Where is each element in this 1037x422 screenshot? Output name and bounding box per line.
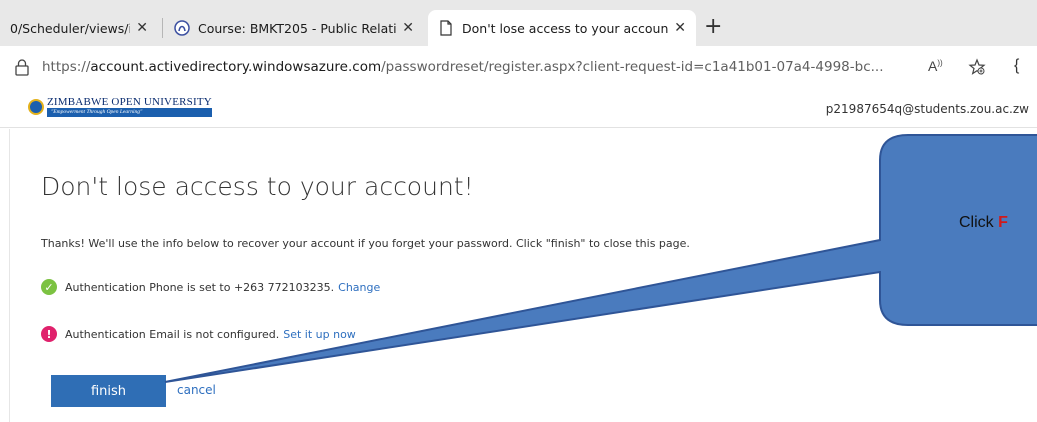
exclamation-icon: ! <box>41 326 57 342</box>
url-path: /passwordreset/register.aspx?client-requ… <box>381 59 884 75</box>
divider <box>9 129 10 422</box>
user-email[interactable]: p21987654q@students.zou.ac.zw <box>826 102 1029 116</box>
favorite-star-icon[interactable] <box>968 58 986 81</box>
new-tab-icon[interactable]: + <box>704 14 722 39</box>
logo-name: ZIMBABWE OPEN UNIVERSITY <box>47 96 212 108</box>
page-header: ZIMBABWE OPEN UNIVERSITY "Empowerment Th… <box>0 88 1037 128</box>
browser-tab-strip: 0/Scheduler/views/i ✕ Course: BMKT205 - … <box>0 0 1037 46</box>
tab-scheduler[interactable]: 0/Scheduler/views/i ✕ <box>0 10 158 46</box>
lock-icon[interactable] <box>14 58 32 76</box>
change-phone-link[interactable]: Change <box>338 281 380 294</box>
close-icon[interactable]: ✕ <box>674 20 686 36</box>
url-prefix: https:// <box>42 59 91 75</box>
moodle-icon <box>174 20 190 36</box>
cancel-link[interactable]: cancel <box>177 383 216 397</box>
finish-button[interactable]: finish <box>51 375 166 407</box>
email-status-text: Authentication Email is not configured. <box>65 327 280 341</box>
setup-email-link[interactable]: Set it up now <box>283 328 356 341</box>
tab-active-account[interactable]: Don't lose access to your accoun ✕ <box>428 10 696 46</box>
read-aloud-icon[interactable]: A)) <box>928 58 943 74</box>
checkmark-icon: ✓ <box>41 279 57 295</box>
tab-label: Course: BMKT205 - Public Relatio <box>198 20 397 36</box>
tab-label: 0/Scheduler/views/i <box>10 20 131 36</box>
phone-status-row: ✓ Authentication Phone is set to +263 77… <box>41 279 380 295</box>
main-content: Don't lose access to your account! Thank… <box>0 129 1037 422</box>
document-icon <box>438 20 454 36</box>
callout-text-prefix: Click <box>959 214 999 231</box>
tab-label: Don't lose access to your accoun <box>462 20 669 36</box>
close-icon[interactable]: ✕ <box>402 20 414 36</box>
university-logo: ZIMBABWE OPEN UNIVERSITY "Empowerment Th… <box>28 96 212 117</box>
callout-text-highlight: F <box>998 214 1008 231</box>
extensions-icon[interactable]: { <box>1014 57 1019 75</box>
url-host: account.activedirectory.windowsazure.com <box>90 59 382 75</box>
page-title: Don't lose access to your account! <box>41 172 474 201</box>
logo-emblem-icon <box>28 98 44 115</box>
email-status-row: ! Authentication Email is not configured… <box>41 326 356 342</box>
intro-text: Thanks! We'll use the info below to reco… <box>41 237 690 250</box>
address-bar[interactable]: https://account.activedirectory.windowsa… <box>0 46 1037 88</box>
tab-separator <box>162 18 163 38</box>
logo-tagline: "Empowerment Through Open Learning" <box>47 108 212 117</box>
tab-course[interactable]: Course: BMKT205 - Public Relatio ✕ <box>164 10 424 46</box>
close-icon[interactable]: ✕ <box>136 20 148 36</box>
callout-text: Click F <box>959 214 1008 232</box>
phone-status-text: Authentication Phone is set to +263 7721… <box>65 280 335 294</box>
url-text[interactable]: https://account.activedirectory.windowsa… <box>42 59 884 75</box>
